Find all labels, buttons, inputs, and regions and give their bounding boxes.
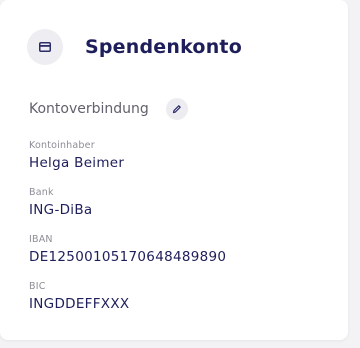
field-label: Kontoinhaber xyxy=(29,140,95,151)
field-label: BIC xyxy=(29,281,46,292)
field-iban: IBAN DE12500105170648489890 xyxy=(29,234,226,281)
field-label: IBAN xyxy=(29,234,53,245)
pencil-icon xyxy=(172,105,181,114)
field-value: INGDDEFFXXX xyxy=(29,296,130,312)
field-bank: Bank ING-DiBa xyxy=(29,187,226,234)
account-fields: Kontoinhaber Helga Beimer Bank ING-DiBa … xyxy=(29,140,226,328)
field-value: Helga Beimer xyxy=(29,155,125,171)
card-header: Spendenkonto xyxy=(27,29,242,65)
bank-account-card: Spendenkonto Kontoverbindung Kontoinhabe… xyxy=(0,0,348,340)
field-bic: BIC INGDDEFFXXX xyxy=(29,281,226,328)
field-label: Bank xyxy=(29,187,54,198)
section-header: Kontoverbindung xyxy=(29,98,188,120)
field-value: ING-DiBa xyxy=(29,202,93,218)
edit-button[interactable] xyxy=(165,98,188,120)
field-value: DE12500105170648489890 xyxy=(29,249,227,265)
card-title: Spendenkonto xyxy=(85,36,242,58)
section-title: Kontoverbindung xyxy=(29,101,149,117)
credit-card-icon xyxy=(27,29,63,65)
field-account-holder: Kontoinhaber Helga Beimer xyxy=(29,140,226,187)
